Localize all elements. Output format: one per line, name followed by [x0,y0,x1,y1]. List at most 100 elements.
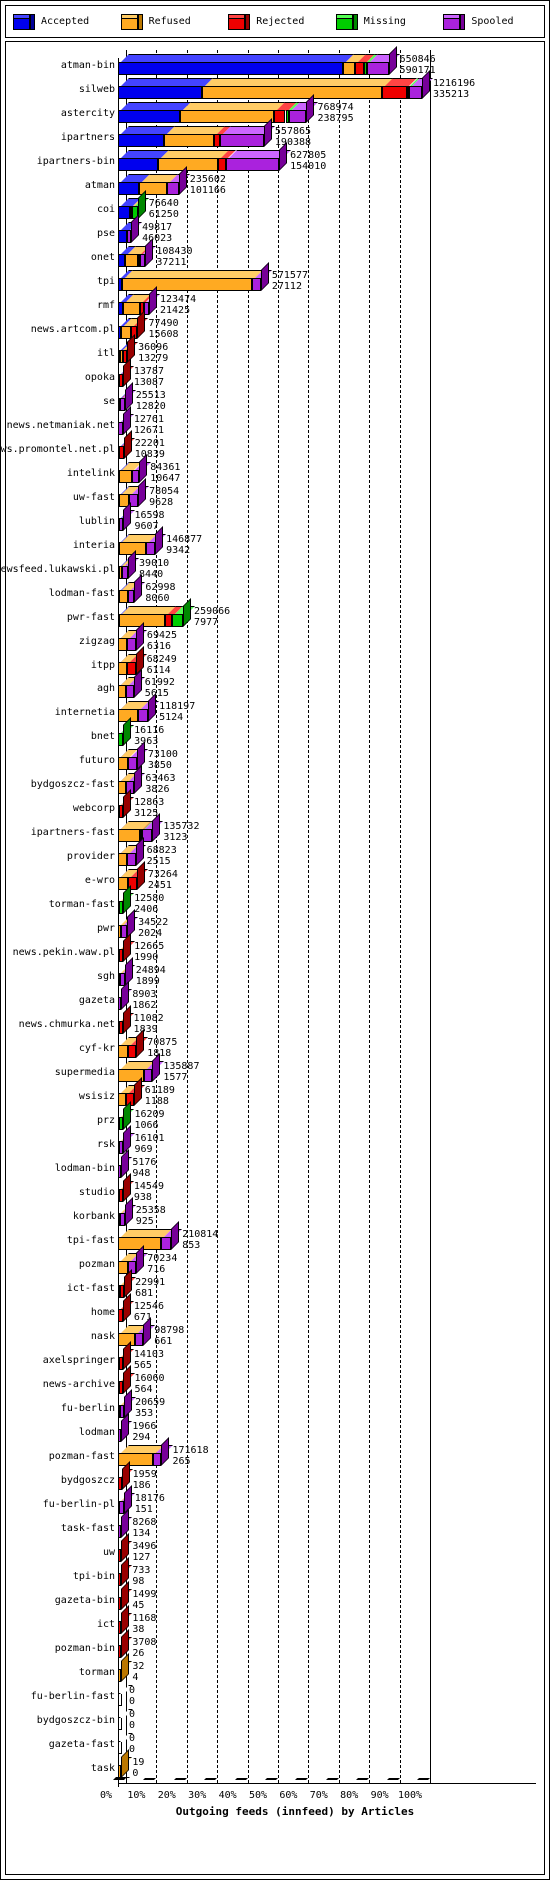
bar-segment-rejected[interactable] [118,1644,122,1658]
bar-segment-spooled[interactable] [139,253,146,267]
bar-value-labels: 14103 565 [134,1349,164,1371]
bar-segment-spooled[interactable] [225,157,280,171]
bar-segment-refused[interactable] [118,637,127,651]
bar-segment-refused[interactable] [122,277,252,291]
bar-segment-refused[interactable] [124,253,138,267]
bar-segment-rejected[interactable] [118,949,124,963]
stacked-bar [6,1340,546,1373]
bar-segment-rejected[interactable] [127,1045,137,1059]
bar-segment-refused[interactable] [118,781,127,795]
bar-segment-rejected[interactable] [118,1021,123,1035]
bar-segment-spooled[interactable] [119,1404,125,1418]
bar-segment-missing[interactable] [119,1117,124,1131]
bar-segment-rejected[interactable] [118,1476,122,1490]
bar-segment-spooled[interactable] [134,1332,144,1346]
bar-segment-spooled[interactable] [288,109,307,123]
bar-segment-spooled[interactable] [118,997,122,1011]
bar-segment-refused[interactable] [201,85,383,99]
bar-segment-spooled[interactable] [152,1452,162,1466]
chart-row: silweb 1216196 335213 [6,69,546,102]
bar-segment-spooled[interactable] [128,589,135,603]
bar-segment-accepted[interactable] [118,62,343,75]
bar-segment-spooled[interactable] [366,62,389,75]
bar-segment-refused[interactable] [119,469,132,483]
bar-segment-spooled[interactable] [161,1237,172,1251]
bar-segment-spooled[interactable] [251,277,261,291]
value-offered: 0 [129,1684,136,1696]
bar-segment-refused[interactable] [157,157,219,171]
bar-segment-rejected[interactable] [119,373,123,387]
bar-segment-refused[interactable] [118,1452,153,1466]
bar-segment-spooled[interactable] [138,709,149,723]
bar-segment-spooled[interactable] [127,757,137,771]
bar-segment-spooled[interactable] [219,133,264,147]
bar-segment-refused[interactable] [118,757,128,771]
bar-segment-accepted[interactable] [118,157,158,171]
bar-segment-rejected[interactable] [118,1380,124,1394]
bar-segment-spooled[interactable] [119,1213,125,1227]
bar-value-labels: 8268 134 [132,1517,156,1539]
bar-segment-spooled[interactable] [126,685,134,699]
bar-segment-spooled[interactable] [121,565,129,579]
bar-segment-rejected[interactable] [119,805,124,819]
bar-segment-accepted[interactable] [118,133,164,147]
bar-segment-refused[interactable] [118,589,129,603]
bar-segment-spooled[interactable] [409,85,422,99]
bar-segment-rejected[interactable] [118,1572,122,1586]
bar-segment-spooled[interactable] [120,397,125,411]
bar-segment-spooled[interactable] [118,1165,122,1179]
bar-segment-accepted[interactable] [118,181,140,195]
bar-segment-refused[interactable] [120,325,132,339]
bar-segment-rejected[interactable] [382,85,407,99]
bar-segment-rejected[interactable] [118,1356,123,1370]
bar-segment-missing[interactable] [118,733,124,747]
bar-segment-refused[interactable] [118,661,128,675]
bar-segment-rejected[interactable] [118,1548,122,1562]
bar-segment-rejected[interactable] [164,613,172,627]
bar-segment-refused[interactable] [180,109,274,123]
bar-segment-spooled[interactable] [119,1500,124,1514]
bar-segment-rejected[interactable] [118,1189,123,1203]
value-accepted: 61250 [148,208,179,220]
bar-segment-refused[interactable] [118,1764,122,1778]
bar-segment-refused[interactable] [163,133,214,147]
bar-segment-missing[interactable] [171,613,184,627]
bar-segment-rejected[interactable] [119,445,124,459]
bar-segment-rejected[interactable] [118,1308,123,1322]
bar-segment-spooled[interactable] [143,1069,153,1083]
bar-segment-spooled[interactable] [167,181,179,195]
bar-segment-refused[interactable] [118,1093,126,1107]
bar-segment-refused[interactable] [118,685,127,699]
bar-segment-accepted[interactable] [118,109,181,123]
bar-segment-rejected[interactable] [218,157,226,171]
bar-segment-refused[interactable] [342,62,356,75]
bar-segment-spooled[interactable] [131,469,140,483]
bar-segment-accepted[interactable] [118,229,128,243]
value-offered: 108430 [156,245,193,257]
bar-segment-spooled[interactable] [126,637,136,651]
bar-segment-refused[interactable] [118,853,128,867]
bar-segment-spooled[interactable] [127,229,132,243]
bar-segment-rejected[interactable] [273,109,286,123]
bar-segment-accepted[interactable] [118,85,202,99]
bar-segment-rejected[interactable] [118,1620,122,1634]
bar-segment-missing[interactable] [118,901,124,915]
bar-segment-spooled[interactable] [118,1524,122,1538]
bar-segment-spooled[interactable] [145,541,156,555]
bar-segment-rejected[interactable] [355,62,364,75]
bar-segment-spooled[interactable] [118,1428,122,1442]
bar-segment-accepted[interactable] [118,253,125,267]
bar-segment-spooled[interactable] [118,1141,124,1155]
bar-segment-refused[interactable] [122,301,141,315]
bar-segment-refused[interactable] [118,1668,122,1682]
bar-segment-rejected[interactable] [119,1284,125,1298]
bar-segment-refused[interactable] [118,1045,128,1059]
bar-segment-accepted[interactable] [118,205,131,219]
bar-segment-refused[interactable] [118,829,141,843]
bar-segment-spooled[interactable] [118,517,124,531]
bar-segment-rejected[interactable] [127,661,136,675]
bar-segment-refused[interactable] [118,1261,128,1274]
bar-segment-spooled[interactable] [127,853,136,867]
bar-segment-rejected[interactable] [118,1596,122,1610]
bar-segment-spooled[interactable] [118,421,123,435]
